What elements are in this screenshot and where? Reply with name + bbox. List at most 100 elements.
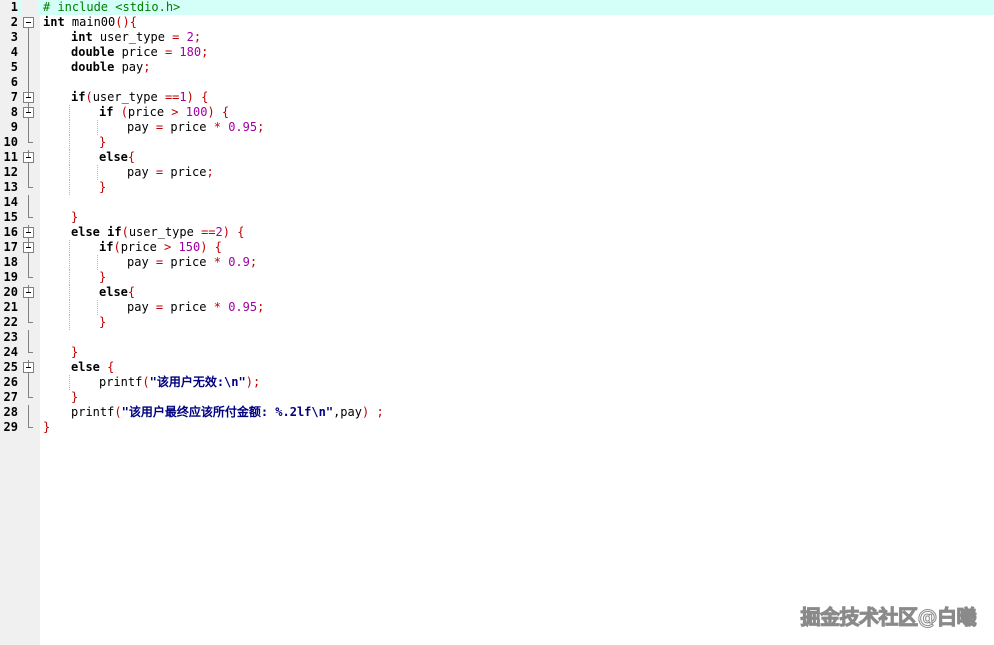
code-token: ;	[257, 300, 265, 314]
code-line[interactable]: 10}	[0, 135, 994, 150]
fold-collapse-icon[interactable]	[22, 360, 38, 375]
fold-collapse-icon[interactable]	[22, 225, 38, 240]
code-line[interactable]: 9 pay = price * 0.95;	[0, 120, 994, 135]
code-text[interactable]: }	[71, 345, 78, 360]
code-line[interactable]: 23	[0, 330, 994, 345]
code-line[interactable]: 19}	[0, 270, 994, 285]
line-number: 29	[0, 420, 18, 435]
code-line[interactable]: 8 if (price > 100) {	[0, 105, 994, 120]
code-text[interactable]: pay = price;	[127, 165, 214, 180]
code-text[interactable]: double price = 180;	[71, 45, 208, 60]
code-token: {	[127, 150, 136, 164]
fold-collapse-icon[interactable]	[22, 90, 38, 105]
code-line[interactable]: 27}	[0, 390, 994, 405]
code-line[interactable]: 25 else {	[0, 360, 994, 375]
code-line[interactable]: 5 double pay;	[0, 60, 994, 75]
code-text[interactable]: int main00(){	[43, 15, 137, 30]
code-line[interactable]: 17 if(price > 150) {	[0, 240, 994, 255]
code-token: );	[245, 375, 261, 389]
code-token: 0.9	[228, 255, 250, 269]
fold-collapse-icon[interactable]	[22, 150, 38, 165]
line-number: 17	[0, 240, 18, 255]
code-text[interactable]: int user_type = 2;	[71, 30, 201, 45]
code-token: main00	[64, 15, 116, 29]
code-token: user_type	[128, 225, 202, 239]
code-line[interactable]: 24}	[0, 345, 994, 360]
code-lines[interactable]: 1 # include <stdio.h> 2 int main00(){3 int u…	[0, 0, 994, 435]
code-token: else	[99, 285, 128, 299]
fold-end-marker	[22, 390, 38, 405]
line-number: 21	[0, 300, 18, 315]
code-text[interactable]: else{	[99, 150, 135, 165]
code-line[interactable]: 4 double price = 180;	[0, 45, 994, 60]
code-text[interactable]: }	[99, 135, 106, 150]
code-text[interactable]: }	[99, 270, 106, 285]
code-token: (	[85, 90, 93, 104]
code-text[interactable]: }	[99, 315, 106, 330]
code-text[interactable]: else if(user_type ==2) {	[71, 225, 244, 240]
code-text[interactable]: printf("该用户无效:\n");	[99, 375, 260, 390]
code-line[interactable]: 1 # include <stdio.h>	[0, 0, 994, 15]
code-line[interactable]: 12 pay = price;	[0, 165, 994, 180]
line-number: 1	[0, 0, 18, 15]
code-token: 0.95	[228, 120, 258, 134]
line-number: 26	[0, 375, 18, 390]
code-text[interactable]: double pay;	[71, 60, 151, 75]
code-text[interactable]: printf("该用户最终应该所付金额: %.2lf\n",pay) ;	[71, 405, 384, 420]
code-text[interactable]: else{	[99, 285, 135, 300]
code-token: ;	[206, 165, 214, 179]
code-text[interactable]: }	[43, 420, 50, 435]
indent-guide	[69, 105, 70, 120]
fold-end-marker	[22, 315, 38, 330]
code-token: (	[114, 405, 122, 419]
code-line[interactable]: 18 pay = price * 0.9;	[0, 255, 994, 270]
code-token: {	[214, 240, 222, 254]
code-line[interactable]: 16 else if(user_type ==2) {	[0, 225, 994, 240]
code-text[interactable]: if (price > 100) {	[99, 105, 229, 120]
indent-guide	[69, 135, 70, 150]
indent-guide	[69, 180, 70, 195]
code-token: {	[127, 285, 136, 299]
code-line[interactable]: 20 else{	[0, 285, 994, 300]
code-line[interactable]: 15}	[0, 210, 994, 225]
code-line[interactable]: 7 if(user_type ==1) {	[0, 90, 994, 105]
code-text[interactable]: # include <stdio.h>	[43, 0, 180, 15]
code-line[interactable]: 26 printf("该用户无效:\n");	[0, 375, 994, 390]
code-token: pay	[114, 60, 144, 74]
code-line[interactable]: 11 else{	[0, 150, 994, 165]
code-text[interactable]: }	[71, 210, 78, 225]
fold-collapse-icon[interactable]	[22, 240, 38, 255]
code-token: int	[43, 15, 65, 29]
code-text[interactable]: }	[99, 180, 106, 195]
code-line[interactable]: 29}	[0, 420, 994, 435]
fold-collapse-icon[interactable]	[22, 15, 38, 30]
code-token: price	[163, 300, 214, 314]
fold-end-marker	[22, 420, 38, 435]
code-token: pay	[127, 255, 156, 269]
code-text[interactable]: if(user_type ==1) {	[71, 90, 208, 105]
code-token: double	[71, 60, 115, 74]
code-line[interactable]: 6	[0, 75, 994, 90]
code-text[interactable]: else {	[71, 360, 114, 375]
line-number: 24	[0, 345, 18, 360]
code-line[interactable]: 22}	[0, 315, 994, 330]
code-editor[interactable]: 1 # include <stdio.h> 2 int main00(){3 int u…	[0, 0, 994, 645]
code-text[interactable]: if(price > 150) {	[99, 240, 222, 255]
code-token: if	[107, 225, 122, 239]
code-token: 1	[179, 90, 187, 104]
fold-end-marker	[22, 270, 38, 285]
code-token: (	[120, 105, 128, 119]
code-line[interactable]: 14	[0, 195, 994, 210]
code-line[interactable]: 3 int user_type = 2;	[0, 30, 994, 45]
code-line[interactable]: 21 pay = price * 0.95;	[0, 300, 994, 315]
code-text[interactable]: pay = price * 0.95;	[127, 300, 264, 315]
code-line[interactable]: 13}	[0, 180, 994, 195]
code-text[interactable]: }	[71, 390, 78, 405]
fold-collapse-icon[interactable]	[22, 105, 38, 120]
fold-collapse-icon[interactable]	[22, 285, 38, 300]
code-text[interactable]: pay = price * 0.95;	[127, 120, 264, 135]
code-text[interactable]: pay = price * 0.9;	[127, 255, 257, 270]
indent-guide	[69, 270, 70, 285]
code-line[interactable]: 28 printf("该用户最终应该所付金额: %.2lf\n",pay) ;	[0, 405, 994, 420]
code-line[interactable]: 2 int main00(){	[0, 15, 994, 30]
